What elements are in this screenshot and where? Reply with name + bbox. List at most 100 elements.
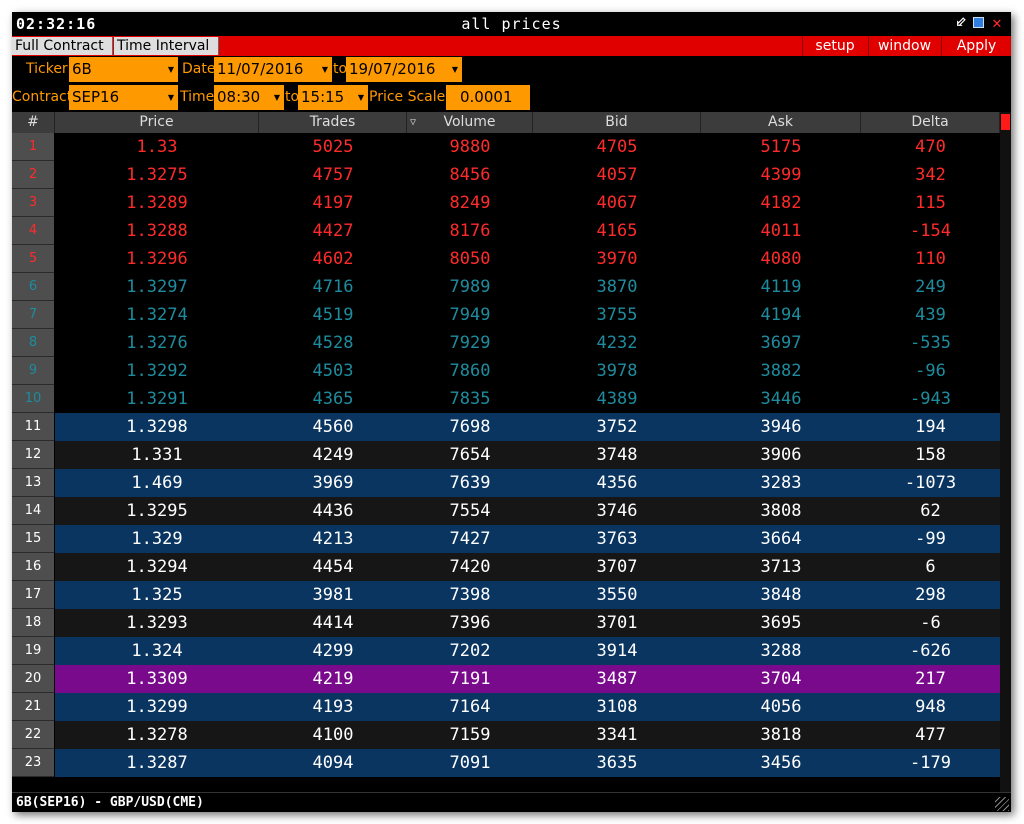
cell-delta: -154 (910, 221, 951, 241)
window-menu[interactable]: window (868, 36, 940, 56)
table-row[interactable]: 5 1.3296 4602 8050 3970 4080 110 (12, 245, 1000, 273)
cell-ask: 3446 (760, 389, 802, 409)
row-number: 22 (12, 721, 54, 749)
close-icon[interactable]: ✕ (990, 15, 1004, 31)
scrollbar-thumb[interactable] (1001, 114, 1010, 130)
cell-volume: 7929 (449, 333, 491, 353)
table-row[interactable]: 14 1.3295 4436 7554 3746 3808 62 (12, 497, 1000, 525)
cell-volume: 7420 (449, 557, 491, 577)
cell-trades: 4197 (312, 193, 354, 213)
table-row[interactable]: 7 1.3274 4519 7949 3755 4194 439 (12, 301, 1000, 329)
table-row[interactable]: 15 1.329 4213 7427 3763 3664 -99 (12, 525, 1000, 553)
cell-trades: 4716 (312, 277, 354, 297)
cell-bid: 3870 (596, 277, 638, 297)
cell-delta: -179 (910, 753, 951, 773)
cell-bid: 3746 (596, 501, 638, 521)
price-scale-input[interactable]: 0.0001 (446, 85, 530, 110)
title-bar: 02:32:16 all prices ⬃ ✕ (12, 12, 1011, 36)
table-row[interactable]: 2 1.3275 4757 8456 4057 4399 342 (12, 161, 1000, 189)
cell-trades: 4100 (312, 725, 354, 745)
chevron-down-icon: ▼ (167, 65, 174, 74)
table-row[interactable]: 8 1.3276 4528 7929 4232 3697 -535 (12, 329, 1000, 357)
row-number: 15 (12, 525, 54, 553)
table-row[interactable]: 11 1.3298 4560 7698 3752 3946 194 (12, 413, 1000, 441)
minimize-icon[interactable]: ⬃ (954, 16, 968, 30)
cell-bid: 3752 (596, 417, 638, 437)
row-number: 19 (12, 637, 54, 665)
tab-full-contract[interactable]: Full Contract (12, 37, 113, 55)
table-row[interactable]: 12 1.331 4249 7654 3748 3906 158 (12, 441, 1000, 469)
cell-ask: 3697 (760, 333, 802, 353)
cell-delta: 115 (915, 193, 946, 213)
cell-trades: 4602 (312, 249, 354, 269)
table-row[interactable]: 16 1.3294 4454 7420 3707 3713 6 (12, 553, 1000, 581)
cell-trades: 4454 (312, 557, 354, 577)
cell-ask: 3288 (760, 641, 802, 661)
cell-trades: 4519 (312, 305, 354, 325)
table-row[interactable]: 10 1.3291 4365 7835 4389 3446 -943 (12, 385, 1000, 413)
table-row[interactable]: 23 1.3287 4094 7091 3635 3456 -179 (12, 749, 1000, 777)
table-row[interactable]: 9 1.3292 4503 7860 3978 3882 -96 (12, 357, 1000, 385)
vertical-scrollbar[interactable] (1000, 112, 1011, 792)
maximize-icon[interactable] (972, 16, 986, 30)
cell-price: 1.3298 (126, 417, 188, 437)
date-from-value: 11/07/2016 (217, 60, 304, 78)
resize-grip-icon[interactable] (995, 797, 1009, 811)
tab-time-interval[interactable]: Time Interval (114, 37, 219, 55)
cell-price: 1.3274 (126, 305, 188, 325)
row-number: 21 (12, 693, 54, 721)
cell-bid: 4389 (596, 389, 638, 409)
cell-price: 1.3295 (126, 501, 188, 521)
cell-volume: 8249 (449, 193, 491, 213)
ticker-select[interactable]: 6B ▼ (69, 57, 178, 82)
table-row[interactable]: 3 1.3289 4197 8249 4067 4182 115 (12, 189, 1000, 217)
cell-price: 1.3291 (126, 389, 188, 409)
cell-ask: 3808 (760, 501, 802, 521)
prices-table: # Price Trades Volume Bid Ask Delta ▽ 11… (12, 112, 1011, 792)
col-header-price[interactable]: Price (55, 112, 259, 133)
col-header-index[interactable]: # (12, 112, 55, 133)
all-prices-window: 02:32:16 all prices ⬃ ✕ Full Contract Ti… (12, 12, 1011, 812)
cell-volume: 7427 (449, 529, 491, 549)
table-row[interactable]: 21 1.3299 4193 7164 3108 4056 948 (12, 693, 1000, 721)
cell-price: 1.469 (131, 473, 183, 493)
table-row[interactable]: 20 1.3309 4219 7191 3487 3704 217 (12, 665, 1000, 693)
time-to-select[interactable]: 15:15 ▼ (298, 85, 368, 110)
cell-bid: 4705 (596, 137, 638, 157)
price-scale-label: Price Scale (369, 89, 446, 105)
cell-price: 1.324 (131, 641, 183, 661)
table-row[interactable]: 17 1.325 3981 7398 3550 3848 298 (12, 581, 1000, 609)
apply-button[interactable]: Apply (941, 36, 1011, 56)
table-row[interactable]: 1 1.33 5025 9880 4705 5175 470 (12, 133, 1000, 161)
col-header-ask[interactable]: Ask (701, 112, 861, 133)
cell-volume: 7860 (449, 361, 491, 381)
col-header-bid[interactable]: Bid (533, 112, 701, 133)
table-row[interactable]: 18 1.3293 4414 7396 3701 3695 -6 (12, 609, 1000, 637)
cell-bid: 3341 (596, 725, 638, 745)
table-row[interactable]: 4 1.3288 4427 8176 4165 4011 -154 (12, 217, 1000, 245)
row-number: 11 (12, 413, 54, 441)
table-row[interactable]: 22 1.3278 4100 7159 3341 3818 477 (12, 721, 1000, 749)
cell-trades: 4365 (312, 389, 354, 409)
sort-descending-icon[interactable]: ▽ (410, 112, 416, 133)
cell-volume: 7202 (449, 641, 491, 661)
col-header-delta[interactable]: Delta (861, 112, 1000, 133)
col-header-volume[interactable]: Volume (407, 112, 533, 133)
cell-delta: 249 (915, 277, 946, 297)
table-row[interactable]: 19 1.324 4299 7202 3914 3288 -626 (12, 637, 1000, 665)
cell-ask: 3946 (760, 417, 802, 437)
contract-select[interactable]: SEP16 ▼ (69, 85, 178, 110)
cell-price: 1.331 (131, 445, 183, 465)
cell-delta: 110 (915, 249, 946, 269)
col-header-trades[interactable]: Trades (259, 112, 407, 133)
cell-bid: 3763 (596, 529, 638, 549)
date-to-select[interactable]: 19/07/2016 ▼ (346, 57, 462, 82)
cell-volume: 7835 (449, 389, 491, 409)
date-from-select[interactable]: 11/07/2016 ▼ (214, 57, 332, 82)
cell-price: 1.3297 (126, 277, 188, 297)
table-row[interactable]: 6 1.3297 4716 7989 3870 4119 249 (12, 273, 1000, 301)
table-row[interactable]: 13 1.469 3969 7639 4356 3283 -1073 (12, 469, 1000, 497)
time-from-select[interactable]: 08:30 ▼ (214, 85, 284, 110)
cell-bid: 3978 (596, 361, 638, 381)
setup-menu[interactable]: setup (802, 36, 867, 56)
